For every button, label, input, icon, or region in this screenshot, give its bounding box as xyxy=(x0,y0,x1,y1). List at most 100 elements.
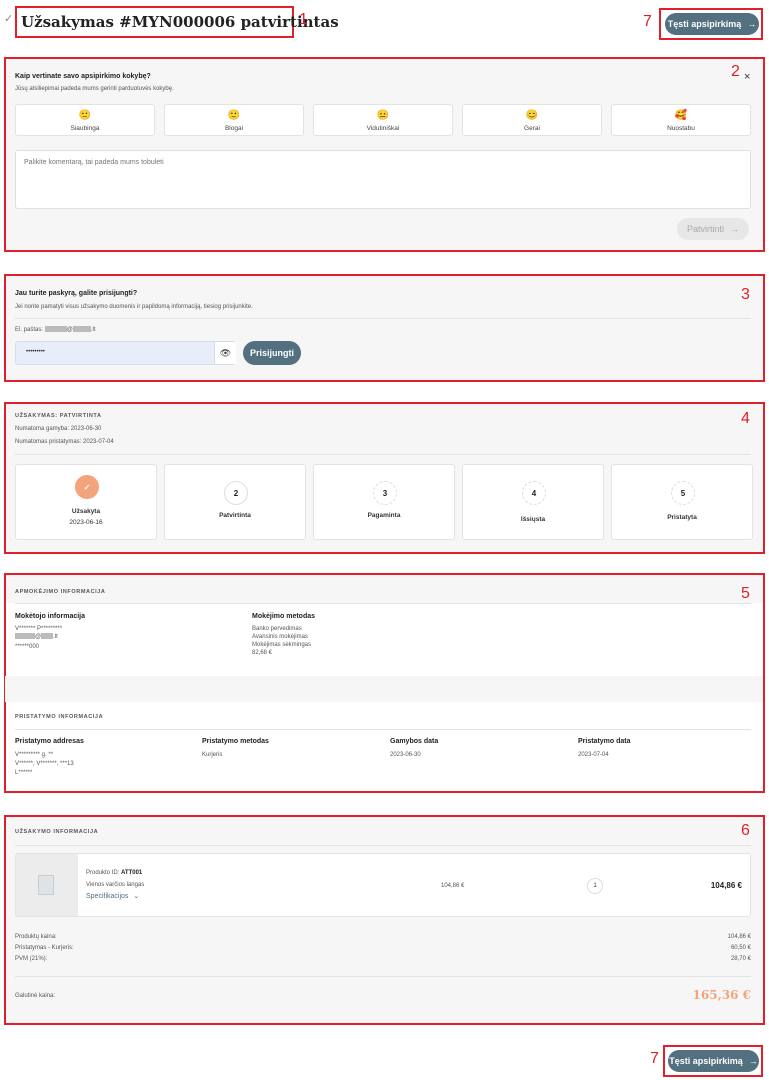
payer-name: V******* P********* xyxy=(15,626,63,632)
order-heading: UŽSAKYMO INFORMACIJA xyxy=(15,829,99,835)
annotation-box-order xyxy=(4,815,765,1025)
summary-value: 104,86 € xyxy=(727,934,751,940)
close-feedback-icon[interactable]: × xyxy=(744,71,750,83)
check-icon: ✓ xyxy=(75,475,99,499)
annotation-3: 3 xyxy=(741,286,750,303)
payment-method-line: Mokėjimas sėkmingas xyxy=(252,642,312,648)
unit-price: 104,86 € xyxy=(441,883,465,889)
divider xyxy=(15,318,751,319)
rating-label: Gerai xyxy=(524,125,540,132)
step-number: 3 xyxy=(373,481,397,505)
payer-email-tld: .lt xyxy=(53,634,58,640)
annotation-7-top: 7 xyxy=(643,13,652,30)
divider xyxy=(15,454,751,455)
product-id-value: ATT001 xyxy=(121,870,143,876)
status-step-ordered: ✓ Užsakyta 2023-06-16 xyxy=(15,464,157,540)
production-date-title: Gamybos data xyxy=(390,738,439,745)
login-button-label: Prisijungti xyxy=(249,348,294,358)
rating-option-average[interactable]: 😐 Vidutiniškai xyxy=(313,104,453,136)
login-title: Jau turite paskyrą, galite prisijungti? xyxy=(15,290,138,297)
continue-shopping-button-bottom[interactable]: Tęsti apsipirkimą → xyxy=(668,1050,759,1072)
status-step-confirmed: 2 Patvirtinta xyxy=(164,464,306,540)
product-id: Produkto ID: ATT001 xyxy=(86,869,142,877)
email-label: El. paštas: xyxy=(15,327,44,333)
status-step-produced: 3 Pagaminta xyxy=(313,464,455,540)
step-number: 2 xyxy=(224,481,248,505)
delivery-method-title: Pristatymo metodas xyxy=(202,738,269,745)
product-name: Vienos varčios langas xyxy=(86,882,145,888)
arrow-right-icon: → xyxy=(730,224,739,234)
delivery-heading: PRISTATYMO INFORMACIJA xyxy=(15,714,104,720)
rating-label: Nuostabu xyxy=(667,125,695,132)
divider xyxy=(15,976,751,977)
divider xyxy=(15,729,751,730)
divider xyxy=(15,603,751,604)
rating-label: Blogai xyxy=(224,125,244,132)
rating-option-bad[interactable]: 🙂 Blogai xyxy=(164,104,304,136)
production-date-value: 2023-06-30 xyxy=(390,752,421,758)
specifications-toggle[interactable]: Specifikacijos ⌄ xyxy=(86,892,139,900)
submit-feedback-button[interactable]: Patvirtinti → xyxy=(677,218,749,240)
delivery-address-title: Pristatymo addresas xyxy=(15,738,84,745)
product-id-label: Produkto ID: xyxy=(86,870,120,876)
heart-face-icon: 🥰 xyxy=(674,110,688,121)
quantity-badge: 1 xyxy=(587,878,603,894)
summary-value: 60,50 € xyxy=(730,945,751,951)
delivery-method-value: Kurjeris xyxy=(202,752,223,758)
step-label: Išsiųsta xyxy=(520,516,546,523)
summary-value: 28,70 € xyxy=(730,956,751,962)
password-input[interactable]: ••••••••• 👁 xyxy=(15,341,236,365)
divider xyxy=(15,845,751,846)
payer-title: Mokėtojo informacija xyxy=(15,613,86,620)
specifications-label: Specifikacijos xyxy=(86,893,129,900)
payer-email: @ .lt xyxy=(15,633,58,641)
step-label: Pagaminta xyxy=(367,512,401,519)
smile-face-icon: 😊 xyxy=(525,110,539,121)
step-number: 5 xyxy=(671,481,695,505)
step-date: 2023-06-16 xyxy=(69,519,103,526)
continue-shopping-label: Tęsti apsipirkimą xyxy=(669,1056,743,1066)
login-button[interactable]: Prisijungti xyxy=(243,341,301,365)
order-item-row: Produkto ID: ATT001 Vienos varčios langa… xyxy=(15,853,751,917)
rating-label: Siaubinga xyxy=(70,125,100,132)
payment-method-line: Avansinis mokėjimas xyxy=(252,634,308,640)
line-total: 104,86 € xyxy=(710,881,742,890)
neutral-face-icon: 😐 xyxy=(376,110,390,121)
delivery-line: Numatomas pristatymas: 2023-07-04 xyxy=(15,439,114,445)
redacted-mask xyxy=(72,326,91,333)
summary-label: Produktų kaina: xyxy=(15,934,57,940)
step-label: Patvirtinta xyxy=(219,512,251,519)
quantity-value: 1 xyxy=(593,883,597,889)
status-step-delivered: 5 Pristatyta xyxy=(611,464,753,540)
payer-phone: ******000 xyxy=(15,644,40,650)
redacted-mask xyxy=(44,326,67,333)
final-price-value: 165,36 € xyxy=(692,988,751,1002)
annotation-4: 4 xyxy=(741,410,750,427)
eye-toggle[interactable]: 👁 xyxy=(214,342,236,364)
feedback-comment-input[interactable] xyxy=(15,150,751,209)
redacted-mask xyxy=(15,633,35,640)
rating-option-amazing[interactable]: 🥰 Nuostabu xyxy=(611,104,751,136)
annotation-7-bottom: 7 xyxy=(650,1050,659,1067)
arrow-right-icon: → xyxy=(747,19,757,29)
payment-method-line: Banko pervedimas xyxy=(252,626,302,632)
feedback-question: Kaip vertinate savo apsipirkimo kokybę? xyxy=(15,73,151,80)
page-title: Užsakymas #MYN000006 patvirtintas xyxy=(21,13,339,31)
production-line: Numatoma gamyba: 2023-06-30 xyxy=(15,426,102,432)
payment-amount: 82,68 € xyxy=(252,650,273,656)
slight-frown-icon: 🙂 xyxy=(227,110,241,121)
submit-feedback-label: Patvirtinti xyxy=(686,224,724,234)
rating-option-terrible[interactable]: 🙁 Siaubinga xyxy=(15,104,155,136)
rating-label: Vidutiniškai xyxy=(366,125,400,132)
status-step-shipped: 4 Išsiųsta xyxy=(462,464,604,540)
status-heading: UŽSAKYMAS: PATVIRTINTA xyxy=(15,413,102,419)
password-value: ••••••••• xyxy=(26,349,45,355)
continue-shopping-button-top[interactable]: Tęsti apsipirkimą → xyxy=(665,13,759,35)
annotation-2: 2 xyxy=(731,63,740,80)
window-product-icon xyxy=(38,875,54,895)
email-tld: .lt xyxy=(90,327,96,333)
confirmed-check-icon: ✓ xyxy=(4,13,14,25)
section-gap xyxy=(5,676,763,702)
rating-option-good[interactable]: 😊 Gerai xyxy=(462,104,602,136)
eye-icon: 👁 xyxy=(219,347,232,358)
